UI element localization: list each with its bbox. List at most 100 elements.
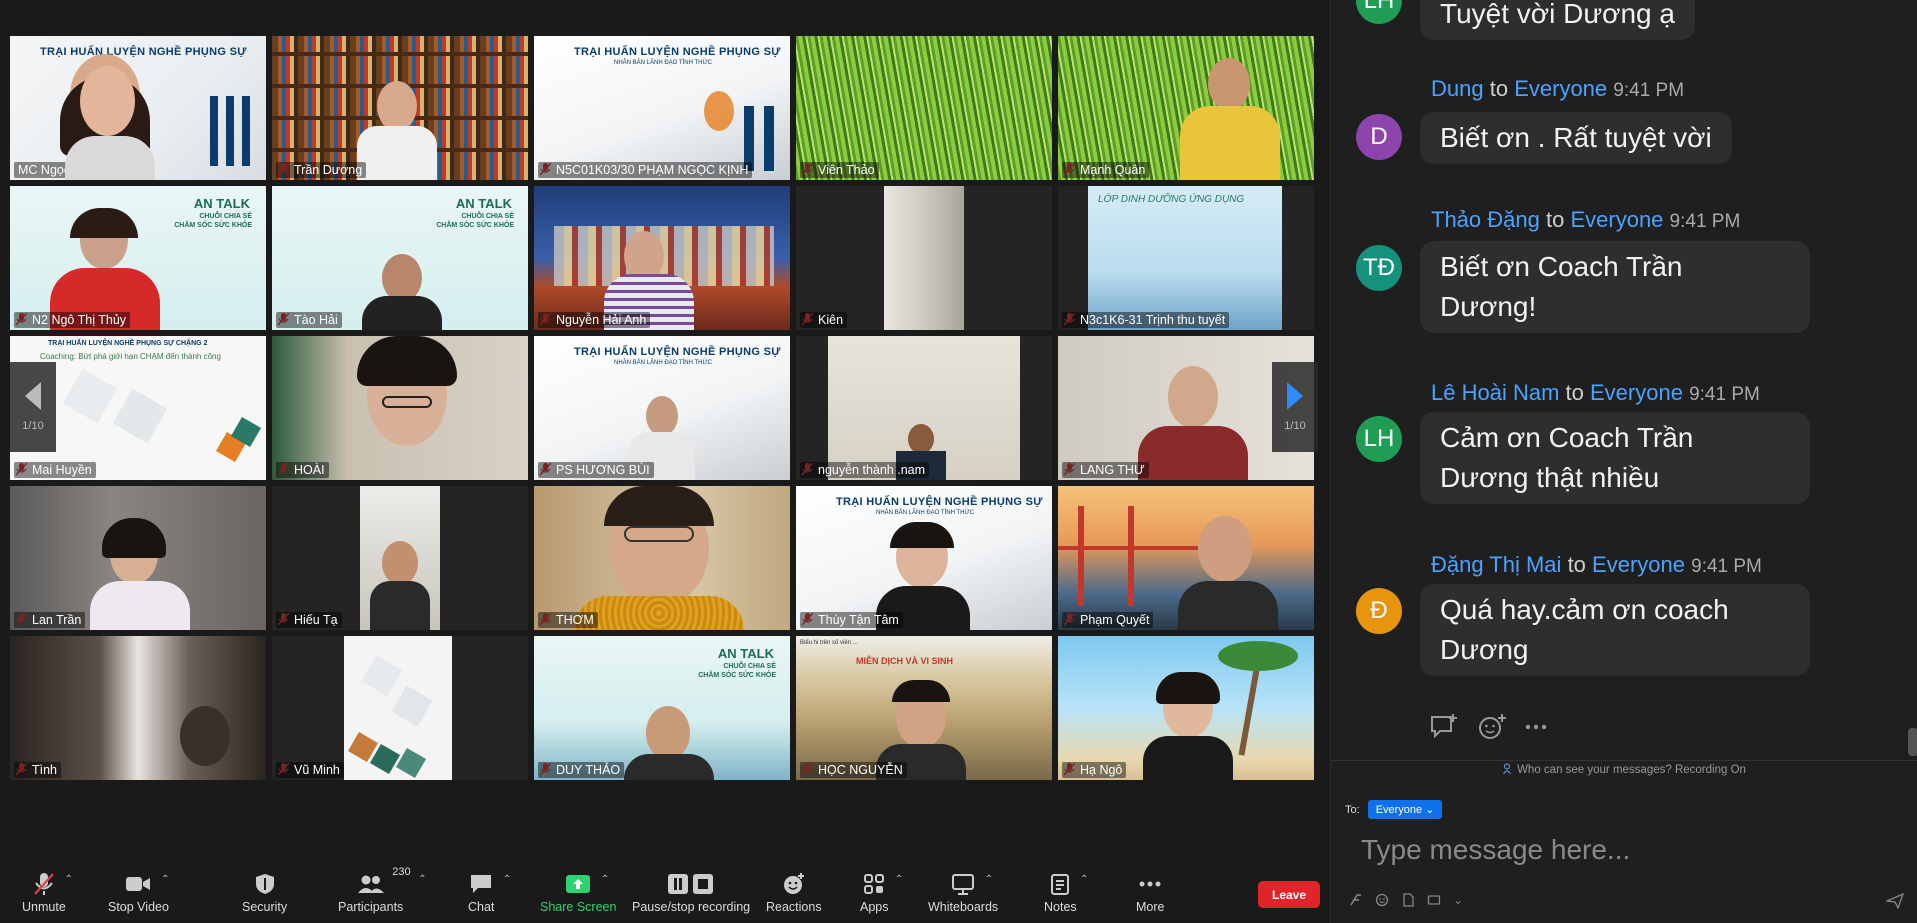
page-indicator: 1/10 <box>1284 420 1306 432</box>
recipient-select[interactable]: Everyone ⌄ <box>1367 800 1443 819</box>
emoji-plus-icon[interactable] <box>1477 713 1507 741</box>
stop-video-button[interactable]: ⌃ Stop Video <box>108 872 169 914</box>
notes-icon: ⌃ <box>1050 872 1088 896</box>
video-tile[interactable]: AN TALK CHUỖI CHIA SẺ CHĂM SÓC SỨC KHỎE T… <box>272 186 528 330</box>
sender-name[interactable]: Dung <box>1431 76 1484 101</box>
lock-person-icon <box>1503 763 1513 775</box>
slide-title: LỚP DINH DƯỠNG ỨNG DỤNG <box>1098 194 1245 205</box>
video-tile[interactable]: Kiên <box>796 186 1052 330</box>
video-tile[interactable]: TRẠI HUẤN LUYỆN NGHỀ PHỤNG SỰ NHÂN BẢN L… <box>534 336 790 480</box>
video-tile[interactable]: nguyễn thành .nam <box>796 336 1052 480</box>
leave-button[interactable]: Leave <box>1258 881 1320 908</box>
video-tile[interactable]: Nguyễn Hải Anh <box>534 186 790 330</box>
send-icon[interactable] <box>1886 893 1904 909</box>
share-screen-button[interactable]: ⌃ Share Screen <box>540 872 616 914</box>
more-dots-icon <box>1139 872 1161 896</box>
video-tile[interactable]: HOÀI <box>272 336 528 480</box>
video-tile[interactable]: Viên Thảo <box>796 36 1052 180</box>
more-dots-icon[interactable] <box>1525 724 1547 730</box>
chevron-up-icon[interactable]: ⌃ <box>161 874 169 885</box>
video-tile[interactable]: THƠM <box>534 486 790 630</box>
chevron-up-icon[interactable]: ⌃ <box>503 874 511 885</box>
to-label: To: <box>1345 803 1360 816</box>
gallery-grid: TRẠI HUẤN LUYỆN NGHỀ PHỤNG SỰ MC Ngọc Hu… <box>10 36 1320 784</box>
previous-page-button[interactable]: 1/10 <box>10 362 56 452</box>
participant-name: nguyễn thành .nam <box>800 462 930 478</box>
video-tile[interactable]: LỚP DINH DƯỠNG ỨNG DỤNG N3c1K6-31 Trịnh … <box>1058 186 1314 330</box>
chat-button[interactable]: ⌃ Chat <box>468 872 511 914</box>
video-tile[interactable]: Trần Dương <box>272 36 528 180</box>
video-tile[interactable]: TRẠI HUẤN LUYỆN NGHỀ PHỤNG SỰ MC Ngọc Hu… <box>10 36 266 180</box>
chat-panel: LH Tuyệt vời Dương ạ Dung to Everyone 9:… <box>1330 0 1917 923</box>
chevron-up-icon[interactable]: ⌃ <box>895 874 903 885</box>
video-tile[interactable]: Lan Trần <box>10 486 266 630</box>
message-input[interactable] <box>1361 828 1881 872</box>
emoji-plus-icon <box>782 872 806 896</box>
video-tile[interactable]: Biểu hi trên số viên ... MIỄN DỊCH VÀ VI… <box>796 636 1052 780</box>
video-tile[interactable]: Mạnh Quân <box>1058 36 1314 180</box>
more-button[interactable]: More <box>1136 872 1164 914</box>
reply-icon[interactable] <box>1429 713 1459 741</box>
share-screen-icon: ⌃ <box>565 872 609 896</box>
chevron-up-icon[interactable]: ⌃ <box>65 874 73 885</box>
chat-scrollbar[interactable] <box>1908 728 1917 756</box>
slide-subtitle: CHUỖI CHIA SẺ CHĂM SÓC SỨC KHỎE <box>436 213 514 229</box>
video-tile[interactable]: AN TALK CHUỖI CHIA SẺ CHĂM SÓC SỨC KHỎE D… <box>534 636 790 780</box>
emoji-icon[interactable] <box>1375 893 1389 907</box>
video-gallery-area: TRẠI HUẤN LUYỆN NGHỀ PHỤNG SỰ MC Ngọc Hu… <box>0 0 1330 850</box>
format-icon[interactable] <box>1349 893 1363 907</box>
participant-name: Lan Trần <box>14 612 86 628</box>
screenshot-icon[interactable] <box>1427 893 1441 907</box>
notes-button[interactable]: ⌃ Notes <box>1044 872 1088 914</box>
sender-name[interactable]: Đặng Thị Mai <box>1431 552 1561 577</box>
message-header: Đặng Thị Mai to Everyone 9:41 PM <box>1431 552 1762 577</box>
video-tile[interactable]: Phạm Quyết <box>1058 486 1314 630</box>
security-button[interactable]: Security <box>242 872 287 914</box>
avatar: D <box>1356 114 1402 160</box>
chevron-up-icon[interactable]: ⌃ <box>418 874 426 885</box>
chat-message-list[interactable]: LH Tuyệt vời Dương ạ Dung to Everyone 9:… <box>1331 0 1908 760</box>
apps-button[interactable]: ⌃ Apps <box>860 872 903 914</box>
video-tile[interactable]: AN TALK CHUỖI CHIA SẺ CHĂM SÓC SỨC KHỎE N… <box>10 186 266 330</box>
sender-name[interactable]: Lê Hoài Nam <box>1431 380 1559 405</box>
message-actions <box>1429 713 1547 741</box>
message-bubble: Biết ơn . Rất tuyệt vời <box>1420 112 1732 164</box>
video-tile[interactable]: TRẠI HUẤN LUYỆN NGHỀ PHỤNG SỰ NHÂN BẢN L… <box>796 486 1052 630</box>
slide-title: AN TALK <box>193 196 250 211</box>
sender-name[interactable]: Thảo Đặng <box>1431 207 1540 232</box>
participant-name: PS HƯƠNG BÙI <box>538 462 654 478</box>
slide-subtitle: NHÂN BẢN LÃNH ĐẠO TỈNH THỨC <box>614 360 712 366</box>
message-header: Lê Hoài Nam to Everyone 9:41 PM <box>1431 380 1760 405</box>
avatar: TĐ <box>1356 245 1402 291</box>
whiteboards-button[interactable]: ⌃ Whiteboards <box>928 872 998 914</box>
timestamp: 9:41 PM <box>1613 80 1685 101</box>
reactions-button[interactable]: Reactions <box>766 872 822 914</box>
chevron-down-icon: ⌄ <box>1425 804 1435 816</box>
recipient-name: Everyone <box>1514 76 1608 101</box>
chevron-down-icon[interactable]: ⌄ <box>1453 893 1463 907</box>
pause-stop-recording-button[interactable]: Pause/stop recording <box>632 872 750 914</box>
next-page-button[interactable]: 1/10 <box>1272 362 1318 452</box>
participants-button[interactable]: 230 ⌃ Participants <box>338 866 427 914</box>
participant-name: Vũ Minh <box>276 762 344 778</box>
recipient-name: Everyone <box>1570 207 1664 232</box>
unmute-button[interactable]: ⌃ Unmute <box>22 872 73 914</box>
participant-name: N3c1K6-31 Trịnh thu tuyết <box>1062 312 1230 328</box>
chevron-up-icon[interactable]: ⌃ <box>1080 874 1088 885</box>
participant-name: Tào Hải <box>276 312 342 328</box>
participants-count: 230 <box>392 866 411 878</box>
avatar: LH <box>1356 416 1402 462</box>
slide-subtitle: CHUỖI CHIA SẺ CHĂM SÓC SỨC KHỎE <box>174 213 252 229</box>
slide-title: TRẠI HUẤN LUYỆN NGHỀ PHỤNG SỰ <box>574 46 781 58</box>
chat-visibility-notice[interactable]: Who can see your messages? Recording On <box>1331 760 1917 778</box>
chevron-up-icon[interactable]: ⌃ <box>985 874 993 885</box>
video-tile[interactable]: TRẠI HUẤN LUYỆN NGHỀ PHỤNG SỰ NHÂN BẢN L… <box>534 36 790 180</box>
participant-name: THƠM <box>538 612 598 628</box>
video-tile[interactable]: Vũ Minh <box>272 636 528 780</box>
participant-name: LANG THƯ <box>1062 462 1149 478</box>
video-tile[interactable]: Hiếu Tạ <box>272 486 528 630</box>
video-tile[interactable]: Tình <box>10 636 266 780</box>
video-tile[interactable]: Hạ Ngô <box>1058 636 1314 780</box>
chevron-up-icon[interactable]: ⌃ <box>601 874 609 885</box>
file-icon[interactable] <box>1401 893 1415 907</box>
